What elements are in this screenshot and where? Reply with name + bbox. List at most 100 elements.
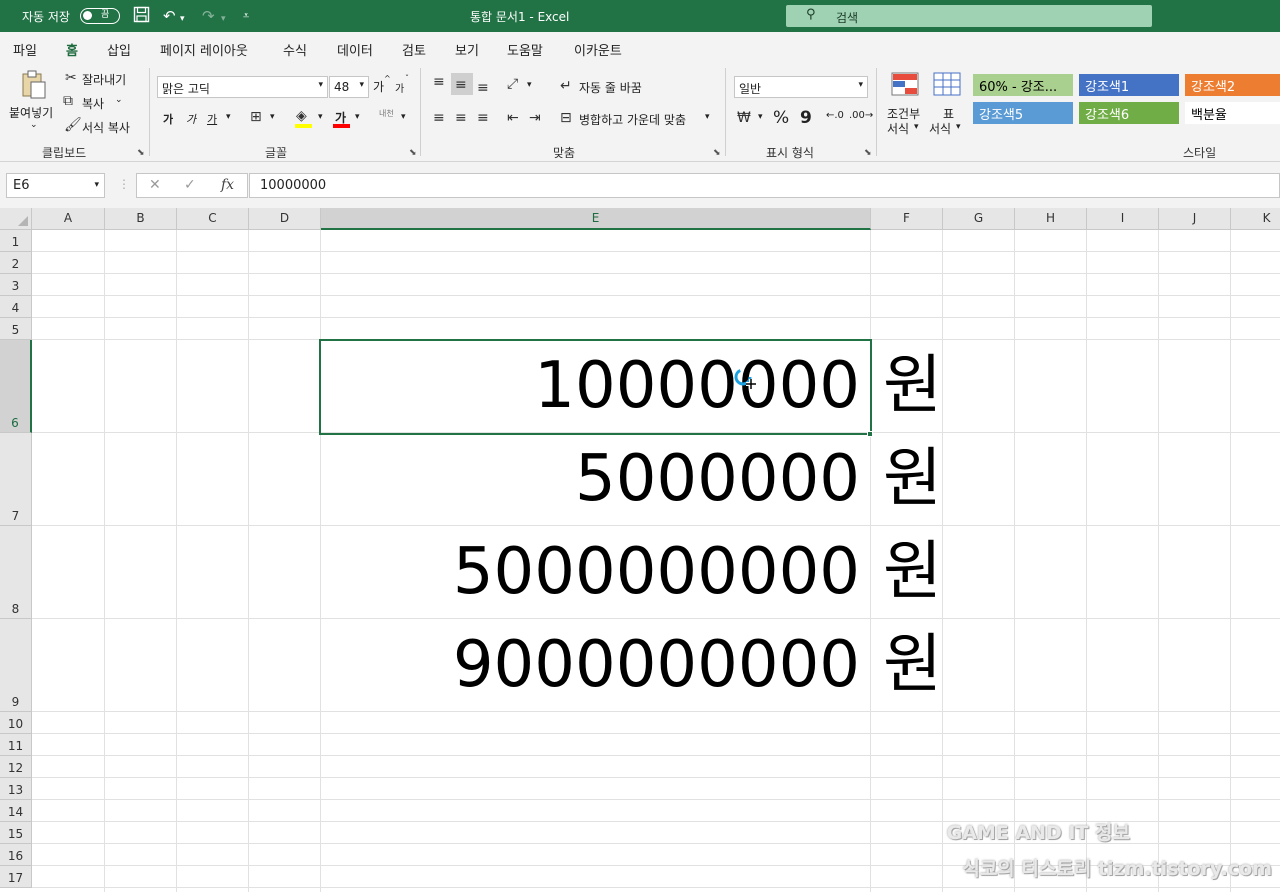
style-chip-accent5[interactable]: 강조색5	[973, 102, 1073, 124]
worksheet-grid[interactable]: A B C D E F G H I J K 1 2 3 4 5 6 7 8 9 …	[0, 208, 1280, 892]
formula-bar-grip-icon[interactable]: ⋮	[118, 177, 130, 191]
decrease-decimal-icon[interactable]: .00→	[849, 110, 873, 121]
column-header-h[interactable]: H	[1015, 208, 1087, 230]
select-all-button[interactable]	[0, 208, 32, 230]
row-header-6[interactable]: 6	[0, 340, 32, 433]
percent-button[interactable]: %	[773, 108, 789, 128]
align-right-icon[interactable]: ≡	[477, 110, 489, 126]
currency-dropdown-icon[interactable]: ▾	[758, 112, 763, 122]
redo-icon[interactable]: ↷	[202, 6, 215, 26]
row-header-8[interactable]: 8	[0, 526, 32, 619]
fill-handle[interactable]	[867, 431, 873, 437]
tab-insert[interactable]: 삽입	[107, 40, 131, 59]
style-chip-percent[interactable]: 백분율	[1185, 102, 1280, 124]
name-box[interactable]: E6 ▾	[6, 173, 105, 198]
column-header-a[interactable]: A	[32, 208, 105, 230]
align-left-icon[interactable]: ≡	[433, 110, 445, 126]
insert-function-icon[interactable]: fx	[221, 177, 234, 193]
align-bottom-icon[interactable]: ≡	[477, 80, 489, 96]
row-header-1[interactable]: 1	[0, 230, 32, 252]
shrink-font-button[interactable]: 가	[395, 80, 404, 95]
phonetic-dropdown-icon[interactable]: ▾	[401, 112, 406, 122]
style-chip-accent2[interactable]: 강조색2	[1185, 74, 1280, 96]
cell-f9[interactable]: 원	[871, 619, 951, 712]
paste-icon[interactable]	[20, 70, 48, 104]
italic-button[interactable]: 가	[186, 111, 196, 127]
conditional-format-label-2[interactable]: 서식	[887, 120, 909, 137]
paste-button[interactable]: 붙여넣기	[9, 104, 53, 121]
cell-f8[interactable]: 원	[871, 526, 951, 619]
row-header-11[interactable]: 11	[0, 734, 32, 756]
format-as-table-icon[interactable]	[933, 72, 961, 100]
font-size-dropdown[interactable]: 48 ▾	[329, 76, 369, 98]
wrap-text-button[interactable]: 자동 줄 바꿈	[579, 79, 642, 96]
clipboard-launcher-icon[interactable]: ⬊	[137, 148, 145, 158]
tab-data[interactable]: 데이터	[337, 40, 373, 59]
style-chip-accent1[interactable]: 강조색1	[1079, 74, 1179, 96]
comma-button[interactable]: 9	[800, 108, 812, 128]
number-format-dropdown[interactable]: 일반 ▾	[734, 76, 868, 98]
align-middle-icon[interactable]: ≡	[455, 77, 467, 93]
redo-dropdown-icon[interactable]: ▾	[221, 9, 226, 29]
grow-font-button[interactable]: 가	[373, 78, 384, 95]
row-header-3[interactable]: 3	[0, 274, 32, 296]
format-painter-button[interactable]: 서식 복사	[82, 119, 130, 136]
border-icon[interactable]: ⊞	[250, 109, 262, 125]
currency-icon[interactable]: ₩	[737, 110, 751, 126]
tab-review[interactable]: 검토	[402, 40, 426, 59]
tab-page-layout[interactable]: 페이지 레이아웃	[160, 40, 248, 59]
row-header-7[interactable]: 7	[0, 433, 32, 526]
cell-e9[interactable]: 9000000000	[321, 619, 870, 712]
column-header-f[interactable]: F	[871, 208, 943, 230]
row-header-17[interactable]: 17	[0, 866, 32, 888]
align-top-icon[interactable]: ≡	[433, 74, 445, 90]
font-name-dropdown[interactable]: 맑은 고딕 ▾	[157, 76, 328, 98]
alignment-launcher-icon[interactable]: ⬊	[713, 148, 721, 158]
cell-f7[interactable]: 원	[871, 433, 951, 526]
bold-button[interactable]: 가	[163, 111, 173, 127]
style-chip-accent6[interactable]: 강조색6	[1079, 102, 1179, 124]
undo-icon[interactable]: ↶	[163, 6, 176, 26]
row-header-4[interactable]: 4	[0, 296, 32, 318]
cell-e8[interactable]: 5000000000	[321, 526, 870, 619]
conditional-format-dropdown-icon[interactable]: ▾	[914, 122, 919, 132]
tab-view[interactable]: 보기	[455, 40, 479, 59]
format-as-table-dropdown-icon[interactable]: ▾	[956, 122, 961, 132]
search-box[interactable]: ⚲ 검색	[786, 5, 1152, 27]
row-header-12[interactable]: 12	[0, 756, 32, 778]
tab-home[interactable]: 홈	[64, 40, 80, 65]
underline-button[interactable]: 가	[207, 111, 217, 127]
row-header-13[interactable]: 13	[0, 778, 32, 800]
row-header-9[interactable]: 9	[0, 619, 32, 712]
chevron-down-icon[interactable]: ▾	[94, 180, 99, 190]
row-header-2[interactable]: 2	[0, 252, 32, 274]
merge-dropdown-icon[interactable]: ▾	[705, 112, 710, 122]
column-header-e[interactable]: E	[321, 208, 871, 230]
tab-help[interactable]: 도움말	[507, 40, 543, 59]
fill-color-dropdown-icon[interactable]: ▾	[318, 112, 323, 122]
column-header-d[interactable]: D	[249, 208, 321, 230]
column-header-i[interactable]: I	[1087, 208, 1159, 230]
tab-formulas[interactable]: 수식	[283, 40, 307, 59]
orientation-dropdown-icon[interactable]: ▾	[527, 80, 532, 90]
border-dropdown-icon[interactable]: ▾	[270, 112, 275, 122]
row-header-16[interactable]: 16	[0, 844, 32, 866]
cancel-icon[interactable]: ✕	[149, 177, 161, 193]
increase-indent-icon[interactable]: ⇥	[529, 110, 541, 126]
format-as-table-label-2[interactable]: 서식	[929, 120, 951, 137]
cut-button[interactable]: 잘라내기	[82, 71, 126, 88]
paste-dropdown-icon[interactable]: ⌄	[30, 120, 38, 130]
number-launcher-icon[interactable]: ⬊	[864, 148, 872, 158]
decrease-indent-icon[interactable]: ⇤	[507, 110, 519, 126]
tab-file[interactable]: 파일	[13, 40, 37, 59]
row-header-15[interactable]: 15	[0, 822, 32, 844]
enter-icon[interactable]: ✓	[184, 177, 196, 193]
align-center-icon[interactable]: ≡	[455, 110, 467, 126]
autosave-toggle[interactable]: 끔	[80, 8, 120, 24]
copy-button[interactable]: 복사	[82, 95, 104, 112]
conditional-format-icon[interactable]	[891, 72, 919, 100]
column-header-g[interactable]: G	[943, 208, 1015, 230]
merge-center-button[interactable]: 병합하고 가운데 맞춤	[579, 111, 686, 128]
style-chip-60-accent[interactable]: 60% - 강조...	[973, 74, 1073, 96]
row-header-14[interactable]: 14	[0, 800, 32, 822]
